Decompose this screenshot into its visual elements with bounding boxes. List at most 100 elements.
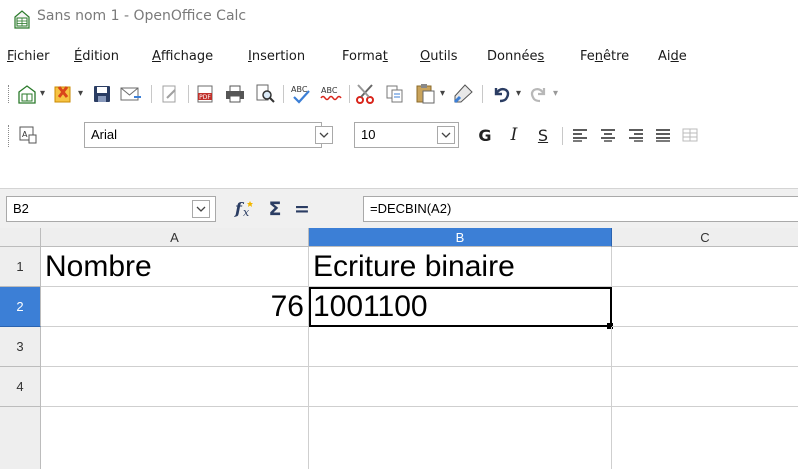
toolbar-separator xyxy=(562,127,563,145)
underline-button[interactable]: S xyxy=(532,123,554,147)
calc-app-icon xyxy=(14,10,30,29)
italic-button[interactable]: I xyxy=(503,123,525,147)
undo-icon[interactable] xyxy=(490,83,512,105)
menu-item-text: Forma xyxy=(342,49,383,64)
cell-c5[interactable] xyxy=(612,407,798,469)
menu-item-1[interactable]: Fichier xyxy=(7,49,50,64)
cell-b5[interactable] xyxy=(309,407,612,469)
print-preview-icon[interactable] xyxy=(254,84,276,104)
toolbar-separator xyxy=(349,85,350,103)
svg-text:ABC: ABC xyxy=(321,86,338,95)
templates-dropdown-icon[interactable]: ▾ xyxy=(78,88,83,99)
row-header-1[interactable]: 1 xyxy=(0,247,41,287)
menu-item-3[interactable]: Affichage xyxy=(152,49,213,64)
sum-icon[interactable]: Σ xyxy=(264,197,286,221)
toolbar-separator xyxy=(188,85,189,103)
font-name-dropdown-icon[interactable] xyxy=(315,126,333,144)
column-header-c[interactable]: C xyxy=(612,228,798,247)
standard-toolbar: ▾ ▾ PDF ABC ABC ▾ ▾ ▾ xyxy=(0,73,798,113)
cell-a4[interactable] xyxy=(41,367,309,407)
svg-text:A: A xyxy=(22,130,28,139)
menu-item-6[interactable]: Outils xyxy=(420,49,458,64)
bold-button[interactable]: G xyxy=(474,123,496,147)
cell-a3[interactable] xyxy=(41,327,309,367)
align-center-icon[interactable] xyxy=(598,125,618,145)
row-header-3[interactable]: 3 xyxy=(0,327,41,367)
menu-item-text: Fe xyxy=(580,49,595,64)
new-document-icon[interactable] xyxy=(17,84,37,104)
email-icon[interactable] xyxy=(120,84,142,104)
menu-item-text: Donnée xyxy=(487,49,538,64)
svg-text:x: x xyxy=(243,206,250,219)
menu-item-7[interactable]: Données xyxy=(487,49,544,64)
templates-icon[interactable] xyxy=(53,83,75,105)
copy-icon[interactable] xyxy=(384,83,406,105)
name-box[interactable]: B2 xyxy=(6,196,216,222)
redo-dropdown-icon[interactable]: ▾ xyxy=(553,88,558,99)
font-size-dropdown-icon[interactable] xyxy=(437,126,455,144)
toolbar-grip[interactable] xyxy=(8,85,11,103)
cell-b4[interactable] xyxy=(309,367,612,407)
print-icon[interactable] xyxy=(224,84,246,104)
menu-item-5[interactable]: Format xyxy=(342,49,388,64)
align-left-icon[interactable] xyxy=(570,125,590,145)
cell-c3[interactable] xyxy=(612,327,798,367)
paste-icon[interactable] xyxy=(414,82,436,104)
toolbar-grip[interactable] xyxy=(8,125,11,147)
function-wizard-icon[interactable]: fx xyxy=(233,197,257,221)
cell-b2[interactable]: 1001100 xyxy=(309,287,612,327)
menu-item-4[interactable]: Insertion xyxy=(248,49,305,64)
menu-item-accelerator: É xyxy=(74,49,83,64)
cell-c2[interactable] xyxy=(612,287,798,327)
clone-formatting-icon[interactable] xyxy=(452,83,474,105)
spellcheck-icon[interactable]: ABC xyxy=(290,83,312,105)
column-header-a[interactable]: A xyxy=(41,228,309,247)
menu-item-accelerator: t xyxy=(382,49,388,64)
formula-input[interactable]: =DECBIN(A2) xyxy=(363,196,798,222)
menu-item-accelerator: d xyxy=(670,49,679,64)
name-box-dropdown-icon[interactable] xyxy=(192,200,210,218)
styles-icon[interactable]: A xyxy=(18,125,38,145)
cell-a1[interactable]: Nombre xyxy=(41,247,309,287)
row-header-2[interactable]: 2 xyxy=(0,287,41,327)
menu-item-text: nsertion xyxy=(251,49,306,64)
cell-c4[interactable] xyxy=(612,367,798,407)
font-name-input[interactable]: Arial xyxy=(84,122,322,148)
function-equals-button[interactable]: = xyxy=(291,197,313,221)
align-right-icon[interactable] xyxy=(626,125,646,145)
menu-item-2[interactable]: Édition xyxy=(74,49,119,64)
merge-cells-icon[interactable] xyxy=(680,125,700,145)
menu-item-accelerator: O xyxy=(420,49,431,64)
window-title: Sans nom 1 - OpenOffice Calc xyxy=(37,8,247,24)
export-pdf-icon[interactable]: PDF xyxy=(195,84,215,104)
menu-bar: Fichier Édition Affichage Insertion Format Ou… xyxy=(0,40,798,73)
cut-icon[interactable] xyxy=(355,83,377,105)
menu-item-9[interactable]: Aide xyxy=(658,49,687,64)
cell-b3[interactable] xyxy=(309,327,612,367)
select-all-corner[interactable] xyxy=(0,228,41,247)
menu-item-text: ffichage xyxy=(160,49,214,64)
edit-file-icon[interactable] xyxy=(160,84,180,104)
save-icon[interactable] xyxy=(92,84,112,104)
autospellcheck-icon[interactable]: ABC xyxy=(320,83,342,105)
cell-a5[interactable] xyxy=(41,407,309,469)
cell-b1[interactable]: Ecriture binaire xyxy=(309,247,612,287)
menu-item-text: être xyxy=(603,49,630,64)
new-dropdown-icon[interactable]: ▾ xyxy=(40,88,45,99)
row-header-5[interactable] xyxy=(0,407,41,469)
formula-bar: B2 fx Σ = =DECBIN(A2) xyxy=(0,188,798,229)
undo-dropdown-icon[interactable]: ▾ xyxy=(516,88,521,99)
cell-c1[interactable] xyxy=(612,247,798,287)
menu-item-8[interactable]: Fenêtre xyxy=(580,49,629,64)
menu-item-text: utils xyxy=(430,49,458,64)
menu-item-accelerator: s xyxy=(537,49,545,64)
justify-icon[interactable] xyxy=(653,125,673,145)
cell-a2[interactable]: 76 xyxy=(41,287,309,327)
column-header-b[interactable]: B xyxy=(309,228,612,247)
paste-dropdown-icon[interactable]: ▾ xyxy=(440,88,445,99)
toolbar-separator xyxy=(482,85,483,103)
row-header-4[interactable]: 4 xyxy=(0,367,41,407)
svg-text:PDF: PDF xyxy=(199,94,211,101)
redo-icon[interactable] xyxy=(528,83,550,105)
title-bar: Sans nom 1 - OpenOffice Calc xyxy=(0,0,798,40)
